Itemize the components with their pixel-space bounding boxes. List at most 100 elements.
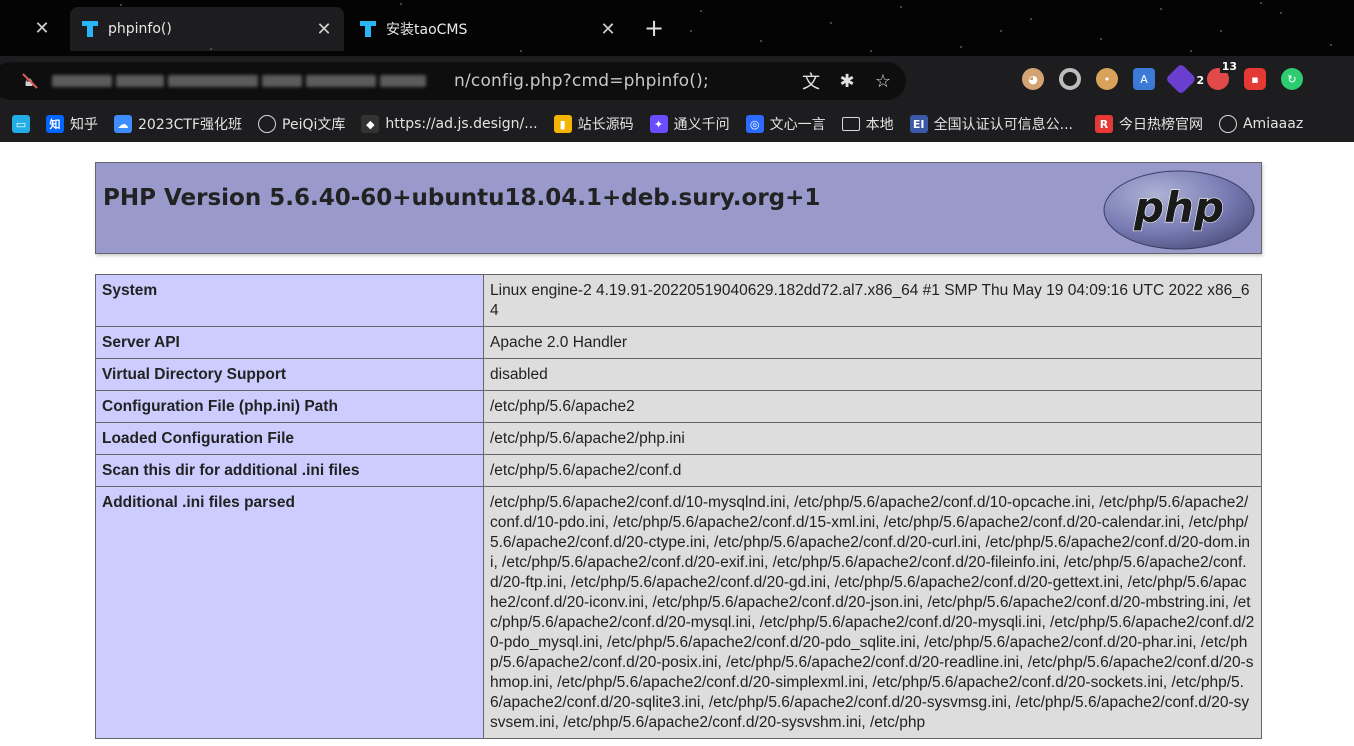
star-decoration <box>400 3 402 5</box>
info-key: Scan this dir for additional .ini files <box>95 454 484 487</box>
star-decoration <box>1190 50 1192 52</box>
extension-badge: 2 <box>1194 74 1207 88</box>
bookmark-label: https://ad.js.design/... <box>385 116 538 132</box>
bookmark-peiqi[interactable]: PeiQi文库 <box>258 114 345 134</box>
tab-strip: ✕ phpinfo() ✕ 安装taoCMS ✕ + <box>0 0 1354 56</box>
page-content: PHP Version 5.6.40-60+ubuntu18.04.1+deb.… <box>0 142 1354 746</box>
bookmark-cnca[interactable]: EI 全国认证认可信息公... <box>909 114 1073 134</box>
bookmark-label: 本地 <box>865 117 894 133</box>
star-decoration <box>830 22 832 24</box>
info-key: Loaded Configuration File <box>95 422 484 455</box>
star-decoration <box>120 4 122 6</box>
table-row: Server API Apache 2.0 Handler <box>95 326 1262 359</box>
info-key: Virtual Directory Support <box>95 358 484 391</box>
bookmarks-bar: ▭ 知 知乎 ☁ 2023CTF强化班 PeiQi文库 ◆ https://ad… <box>0 106 1354 142</box>
star-decoration <box>1160 8 1162 10</box>
php-info-table: System Linux engine-2 4.19.91-2022051904… <box>95 274 1262 739</box>
close-icon[interactable]: ✕ <box>30 16 54 40</box>
bookmark-amiaaaz[interactable]: Amiaaaz <box>1218 115 1304 133</box>
info-value: /etc/php/5.6/apache2/php.ini <box>483 422 1262 455</box>
bookmark-star-icon[interactable]: ☆ <box>872 70 894 92</box>
bookmark-label: 通义千问 <box>673 117 730 133</box>
info-key: Configuration File (php.ini) Path <box>95 390 484 423</box>
bookmark-jsdesign[interactable]: ◆ https://ad.js.design/... <box>361 115 538 133</box>
page-title: PHP Version 5.6.40-60+ubuntu18.04.1+deb.… <box>103 185 821 211</box>
tao-favicon-icon <box>360 21 376 37</box>
globe-icon <box>1218 115 1237 133</box>
cnca-icon: EI <box>909 115 928 133</box>
bilibili-icon: ▭ <box>12 115 30 133</box>
star-decoration <box>210 48 212 50</box>
star-decoration <box>520 50 522 52</box>
star-decoration <box>690 30 692 32</box>
info-value: /etc/php/5.6/apache2 <box>483 390 1262 423</box>
face-extension-icon[interactable]: ◕ <box>1022 68 1044 90</box>
bookmark-label: Amiaaaz <box>1242 116 1304 132</box>
extensions-bar: ◕ • A 2 13 ▪ ↻ <box>1022 60 1303 95</box>
table-row: Scan this dir for additional .ini files … <box>95 454 1262 487</box>
star-decoration <box>960 46 962 48</box>
bookmark-label: PeiQi文库 <box>282 117 346 133</box>
cloud-icon: ☁ <box>114 115 132 133</box>
info-value: disabled <box>483 358 1262 391</box>
star-decoration <box>870 50 872 52</box>
toolbar: 🔒︎ n/config.php?cmd=phpinfo(); 文 ✱ ☆ ◕ •… <box>0 56 1354 106</box>
tab-install-taocms[interactable]: 安装taoCMS ✕ <box>348 7 628 51</box>
browser-chrome: ✕ phpinfo() ✕ 安装taoCMS ✕ + 🔒︎ n/config.p… <box>0 0 1354 142</box>
php-logo-text: php <box>1133 183 1224 232</box>
bookmark-label: 全国认证认可信息公... <box>933 117 1073 133</box>
bookmark-wenxin[interactable]: ◎ 文心一言 <box>745 114 826 134</box>
bookmark-bilibili[interactable]: ▭ <box>12 115 30 133</box>
star-decoration <box>900 6 902 8</box>
bookmark-tongyi[interactable]: ✦ 通义千问 <box>649 114 730 134</box>
game-extension-icon[interactable]: ▪ <box>1244 68 1266 90</box>
star-decoration <box>1100 38 1102 40</box>
table-row: Configuration File (php.ini) Path /etc/p… <box>95 390 1262 423</box>
bookmark-label: 知乎 <box>70 117 98 133</box>
translate-page-icon[interactable]: 文 <box>800 70 822 93</box>
green-extension-icon[interactable]: ↻ <box>1281 68 1303 90</box>
php-logo-icon[interactable]: php <box>1103 170 1255 250</box>
bookmark-label: 今日热榜官网 <box>1118 117 1203 133</box>
bookmark-zzym[interactable]: ▮ 站长源码 <box>553 114 634 134</box>
tongyi-icon: ✦ <box>649 115 668 133</box>
not-secure-lock-icon[interactable]: 🔒︎ <box>18 70 40 92</box>
table-row: Additional .ini files parsed /etc/php/5.… <box>95 486 1262 739</box>
address-bar[interactable]: 🔒︎ n/config.php?cmd=phpinfo(); 文 ✱ ☆ <box>0 62 906 100</box>
bookmark-label: 站长源码 <box>577 117 634 133</box>
info-key: Additional .ini files parsed <box>95 486 484 739</box>
new-tab-plus-icon[interactable]: + <box>640 14 668 42</box>
bookmark-rebang[interactable]: R 今日热榜官网 <box>1094 114 1203 134</box>
circle-extension-icon[interactable] <box>1059 68 1081 90</box>
info-value: Linux engine-2 4.19.91-20220519040629.18… <box>483 274 1262 327</box>
folder-icon <box>841 117 860 131</box>
php-version-header: PHP Version 5.6.40-60+ubuntu18.04.1+deb.… <box>95 162 1262 254</box>
star-decoration <box>1220 30 1222 32</box>
table-row: Virtual Directory Support disabled <box>95 358 1262 391</box>
cookie-extension-icon[interactable]: • <box>1096 68 1118 90</box>
star-decoration <box>1260 2 1262 4</box>
info-value: /etc/php/5.6/apache2/conf.d <box>483 454 1262 487</box>
purple-extension-icon[interactable]: 2 <box>1165 63 1207 95</box>
bookmark-folder-local[interactable]: 本地 <box>841 114 894 134</box>
tab-close-icon[interactable]: ✕ <box>596 17 620 41</box>
url-text[interactable]: n/config.php?cmd=phpinfo(); <box>454 71 709 91</box>
bookmark-ctf[interactable]: ☁ 2023CTF强化班 <box>114 114 242 134</box>
wenxin-icon: ◎ <box>745 115 764 133</box>
rebang-icon: R <box>1094 115 1113 133</box>
zzym-icon: ▮ <box>553 115 572 133</box>
info-key: Server API <box>95 326 484 359</box>
tab-phpinfo[interactable]: phpinfo() ✕ <box>70 7 344 51</box>
bookmark-zhihu[interactable]: 知 知乎 <box>46 114 98 134</box>
red-extension-icon[interactable]: 13 <box>1207 60 1239 90</box>
bookmark-label: 文心一言 <box>769 117 826 133</box>
star-decoration <box>1330 44 1332 46</box>
star-decoration <box>1000 30 1002 32</box>
bug-icon[interactable]: ✱ <box>836 70 858 92</box>
translate-extension-icon[interactable]: A <box>1133 68 1155 90</box>
star-decoration <box>760 40 762 42</box>
extension-badge: 13 <box>1219 60 1239 73</box>
tab-close-icon[interactable]: ✕ <box>312 17 336 41</box>
star-decoration <box>1280 12 1282 14</box>
table-row: System Linux engine-2 4.19.91-2022051904… <box>95 274 1262 327</box>
